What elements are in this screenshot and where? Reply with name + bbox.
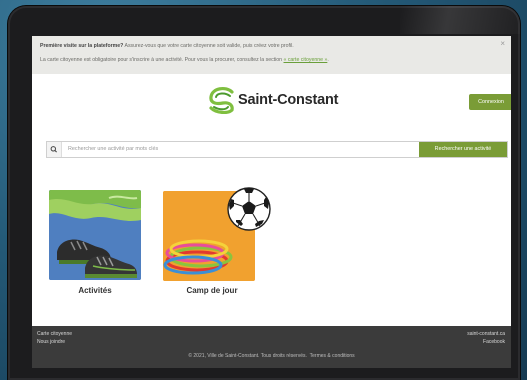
terms-link[interactable]: Termes & conditions — [310, 353, 355, 359]
footer-copyright-line: © 2021, Ville de Saint-Constant. Tous dr… — [32, 352, 511, 360]
carte-citoyenne-link[interactable]: « carte citoyenne » — [284, 57, 328, 63]
screen-glare — [400, 6, 520, 34]
notice-close-icon[interactable]: × — [500, 40, 505, 48]
first-visit-notice: Première visite sur la plateforme? Assur… — [32, 36, 511, 74]
search-button[interactable]: Rechercher une activité — [419, 142, 507, 157]
footer-link-carte[interactable]: Carte citoyenne — [37, 330, 72, 338]
notice-text-2: La carte citoyenne est obligatoire pour … — [40, 57, 284, 63]
footer-link-facebook[interactable]: Facebook — [483, 338, 505, 346]
search-icon[interactable] — [47, 142, 62, 157]
search-bar: Rechercher une activité par mots clés Re… — [46, 141, 508, 158]
sneakers-illustration — [49, 190, 141, 280]
login-button[interactable]: Connexion — [469, 94, 511, 110]
tablet-frame: Première visite sur la plateforme? Assur… — [8, 6, 520, 380]
notice-text-1: Assurez-vous que votre carte citoyenne s… — [123, 43, 294, 49]
notice-bold-text: Première visite sur la plateforme? — [40, 43, 124, 49]
saint-constant-logo[interactable]: Saint-Constant — [208, 86, 358, 116]
notice-text-end: . — [327, 57, 329, 63]
footer-link-contact[interactable]: Nous joindre — [37, 338, 65, 346]
notice-line-2: La carte citoyenne est obligatoire pour … — [40, 56, 329, 65]
card-camp-label[interactable]: Camp de jour — [163, 286, 261, 295]
soccer-ball-icon — [227, 187, 271, 231]
site-footer: Carte citoyenne Nous joindre saint-const… — [32, 326, 511, 368]
search-placeholder: Rechercher une activité par mots clés — [68, 146, 159, 152]
browser-screen: Première visite sur la plateforme? Assur… — [32, 36, 511, 368]
saint-constant-logo-icon — [209, 86, 234, 114]
footer-link-website[interactable]: saint-constant.ca — [467, 330, 505, 338]
copyright-text: © 2021, Ville de Saint-Constant. Tous dr… — [188, 353, 307, 359]
notice-line-1: Première visite sur la plateforme? Assur… — [40, 42, 294, 51]
card-activites-label[interactable]: Activités — [49, 286, 141, 295]
card-activites[interactable] — [49, 190, 141, 280]
logo-text: Saint-Constant — [238, 92, 339, 108]
